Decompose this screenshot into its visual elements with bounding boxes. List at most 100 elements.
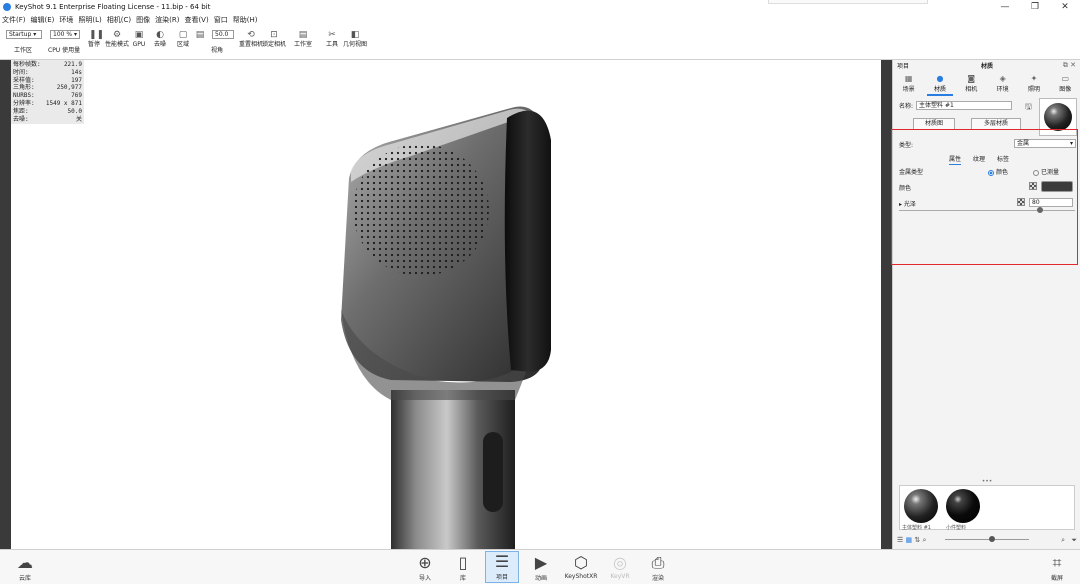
title-bar: KeyShot 9.1 Enterprise Floating License … — [0, 0, 1080, 13]
import-icon: ⊕ — [418, 553, 432, 572]
keyvr-button[interactable]: ◎ KeyVR — [603, 553, 637, 580]
library-button[interactable]: ▯ 库 — [446, 553, 480, 582]
studio-icon: ▤ — [298, 30, 308, 40]
menu-bar: 文件(F) 编辑(E) 环境 照明(L) 相机(C) 图像 渲染(R) 查看(V… — [0, 13, 1080, 26]
workspace-select[interactable]: Startup ▾ — [6, 30, 42, 39]
material-thumb-sphere — [904, 489, 938, 523]
project-button[interactable]: ☰ 项目 — [485, 551, 519, 583]
view-angle-label: 视角 — [211, 47, 224, 54]
menu-environment[interactable]: 环境 — [59, 15, 73, 25]
panel-title: 材质 — [980, 62, 993, 70]
geometry-view-icon: ◧ — [350, 30, 360, 40]
material-thumb-caption: 小件塑料 — [946, 525, 967, 531]
panel-footer: ☰ ▦ ⇅ ⌕ ⌕ ⏷ — [893, 534, 1080, 546]
camera-icon: ◙ — [967, 74, 976, 83]
speaker-grille — [353, 144, 489, 276]
maximize-button[interactable]: ❐ — [1020, 0, 1050, 13]
cpu-usage-select[interactable]: 100 % ▾ — [50, 30, 80, 39]
panel-window-controls[interactable]: ⧉ ✕ — [1063, 61, 1076, 70]
tab-material[interactable]: ● 材质 — [926, 74, 953, 96]
image-icon: ▭ — [1061, 74, 1070, 83]
reset-camera-icon: ⟲ — [247, 30, 255, 40]
lighting-icon: ✦ — [1030, 74, 1038, 83]
cloud-icon: ☁ — [17, 553, 33, 572]
thumbnail-size-slider[interactable] — [945, 539, 1029, 540]
project-icon: ☰ — [494, 552, 510, 571]
left-edge-strip — [0, 60, 11, 549]
material-thumb-sphere — [946, 489, 980, 523]
tools-button[interactable]: ✂ 工具 — [320, 30, 344, 48]
material-icon: ● — [936, 74, 944, 83]
menu-camera[interactable]: 相机(C) — [107, 15, 131, 25]
studio-button[interactable]: ▤ 工作室 — [291, 30, 315, 48]
environment-icon: ◈ — [999, 74, 1006, 83]
sort-icon[interactable]: ⇅ — [914, 536, 920, 544]
tab-image[interactable]: ▭ 图像 — [1052, 74, 1078, 96]
reset-camera-button[interactable]: ⟲ 重置相机 — [239, 30, 263, 48]
material-name-input[interactable]: 主体塑料 #1 — [916, 101, 1013, 110]
cloud-library-button[interactable]: ☁ 云库 — [8, 553, 42, 582]
zoom-out-icon[interactable]: ⌕ — [922, 536, 926, 545]
pause-icon: ❚❚ — [89, 30, 105, 40]
grid-view-icon[interactable]: ▦ — [906, 536, 913, 544]
scene-icon: ▦ — [904, 74, 913, 83]
bottom-ribbon: ☁ 云库 ⊕ 导入 ▯ 库 ☰ 项目 ▶ 动画 ⬡ KeyShotXR ◎ KeyVR ⎙ 渲染… — [0, 549, 1080, 584]
keyvr-icon: ◎ — [613, 553, 627, 572]
window-title: KeyShot 9.1 Enterprise Floating License … — [15, 2, 211, 11]
menu-lighting[interactable]: 照明(L) — [78, 15, 101, 25]
material-thumb[interactable] — [946, 489, 982, 525]
material-thumb[interactable] — [904, 489, 940, 525]
region-icon: ▢ — [178, 30, 188, 40]
material-preview-sphere — [1044, 103, 1072, 131]
menu-help[interactable]: 帮助(H) — [233, 15, 258, 25]
menu-edit[interactable]: 编辑(E) — [31, 15, 55, 25]
menu-render[interactable]: 渲染(R) — [155, 15, 179, 25]
denoise-icon: ◐ — [156, 30, 164, 40]
lock-camera-button[interactable]: ⊡ 锁定相机 — [262, 30, 286, 48]
tab-scene[interactable]: ▦ 场景 — [896, 74, 922, 96]
tab-lighting[interactable]: ✦ 照明 — [1021, 74, 1047, 96]
material-name-label: 名称: — [899, 103, 914, 110]
keyshotxr-button[interactable]: ⬡ KeyShotXR — [564, 553, 598, 580]
tab-environment[interactable]: ◈ 环境 — [990, 74, 1016, 96]
fov-input[interactable]: 50.0 — [212, 30, 234, 39]
search-icon[interactable]: ⌕ — [1061, 536, 1065, 545]
render-button[interactable]: ⎙ 渲染 — [641, 553, 675, 582]
list-view-icon[interactable]: ☰ — [897, 536, 903, 544]
lock-camera-icon: ⊡ — [270, 30, 278, 40]
import-button[interactable]: ⊕ 导入 — [408, 553, 442, 582]
menu-view[interactable]: 查看(V) — [184, 15, 208, 25]
denoise-button[interactable]: ◐ 去噪 — [148, 30, 172, 48]
geometry-view-button[interactable]: ◧ 几何视图 — [343, 30, 367, 48]
save-material-icon[interactable]: 🖫 — [1025, 101, 1032, 115]
in-project-materials: 主体塑料 #1 小件塑料 — [899, 485, 1075, 531]
thumbnail-size-thumb[interactable] — [989, 536, 995, 542]
tools-icon: ✂ — [328, 30, 336, 40]
screenshot-icon: ⌗ — [1052, 553, 1062, 572]
tab-camera[interactable]: ◙ 相机 — [958, 74, 984, 96]
filter-icon[interactable]: ⏷ — [1071, 536, 1077, 545]
menu-image[interactable]: 图像 — [136, 15, 150, 25]
minimize-button[interactable]: — — [990, 0, 1020, 13]
animation-icon: ▶ — [534, 553, 548, 572]
workspace-label: 工作区 — [14, 47, 33, 54]
region-button[interactable]: ▢ 区域 — [171, 30, 195, 48]
material-thumb-caption: 主体塑料 #1 — [902, 525, 931, 531]
animation-button[interactable]: ▶ 动画 — [524, 553, 558, 582]
panel-tabs: ▦ 场景 ● 材质 ◙ 相机 ◈ 环境 ✦ 照明 ▭ 图像 — [893, 74, 1080, 96]
material-name-row: 名称: 主体塑料 #1 — [899, 101, 1013, 110]
main-toolbar: Startup ▾ 100 % ▾ 工作区 CPU 使用量 ❚❚ 暂停 ⚙ 性能模式… — [0, 26, 1080, 60]
menu-file[interactable]: 文件(F) — [2, 15, 26, 25]
performance-icon: ⚙ — [112, 30, 122, 40]
highlight-annotation-box — [891, 129, 1078, 265]
title-search-box[interactable] — [768, 0, 928, 4]
screenshot-button[interactable]: ⌗ 截屏 — [1040, 553, 1074, 582]
performance-mode-button[interactable]: ⚙ 性能模式 — [105, 30, 129, 48]
menu-window[interactable]: 窗口 — [214, 15, 228, 25]
close-button[interactable]: ✕ — [1050, 0, 1080, 13]
render-viewport[interactable]: 每秒帧数: 221.9 时间: 14s 采样值: 197 三角形: 250,977 NU… — [11, 60, 881, 549]
fov-icon: ▤ — [195, 30, 205, 40]
keyshotxr-icon: ⬡ — [574, 553, 588, 572]
pause-button[interactable]: ❚❚ 暂停 — [82, 30, 106, 48]
fov-icon-button[interactable]: ▤ — [193, 30, 207, 41]
